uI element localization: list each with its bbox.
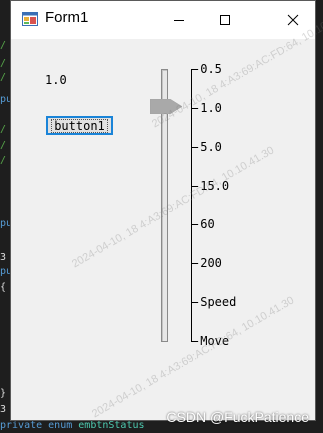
form1-window: Form1 1.0 button1 -0.5 -1.0 -5.0 -15.0 -60 -2… — [10, 0, 316, 421]
tick-label: -200 — [193, 256, 222, 270]
tick-label: -15.0 — [193, 179, 230, 193]
code-line: 3 — [0, 404, 7, 415]
code-line: / — [0, 140, 7, 151]
button1[interactable]: button1 — [46, 116, 113, 135]
tick-label: -Speed — [193, 295, 237, 309]
code-line: / — [0, 155, 7, 166]
tick-label: -Move — [193, 334, 230, 348]
code-line: / — [0, 58, 7, 69]
code-identifier: embtnStatus — [78, 420, 145, 431]
title-bar[interactable]: Form1 — [11, 1, 315, 39]
code-line: / — [0, 40, 7, 51]
code-keyword: private enum — [0, 420, 73, 431]
window-title: Form1 — [45, 9, 89, 26]
tick-label: -5.0 — [193, 140, 222, 154]
maximize-icon — [220, 15, 230, 25]
winforms-app-icon — [22, 12, 38, 26]
code-line: / — [0, 124, 7, 135]
form-client-area: 1.0 button1 -0.5 -1.0 -5.0 -15.0 -60 -200 -Spe… — [11, 39, 315, 420]
trackbar-thumb[interactable] — [150, 99, 183, 114]
code-line: / — [0, 72, 7, 83]
code-line-enum: private enum embtnStatus — [0, 420, 145, 432]
tick-label: -1.0 — [193, 101, 222, 115]
tick-label: -60 — [193, 217, 215, 231]
close-button[interactable] — [270, 1, 316, 39]
maximize-button[interactable] — [202, 1, 248, 39]
close-icon — [287, 14, 299, 26]
code-line: } — [0, 388, 7, 399]
credit-text: CSDN @FuckPatience — [166, 409, 309, 425]
tick-label: -0.5 — [193, 62, 222, 76]
button1-label: button1 — [51, 118, 108, 133]
code-line: 3 — [0, 252, 7, 263]
minimize-icon — [174, 20, 184, 21]
minimize-button[interactable] — [156, 1, 202, 39]
value-label: 1.0 — [45, 73, 67, 87]
code-line: { — [0, 282, 7, 293]
